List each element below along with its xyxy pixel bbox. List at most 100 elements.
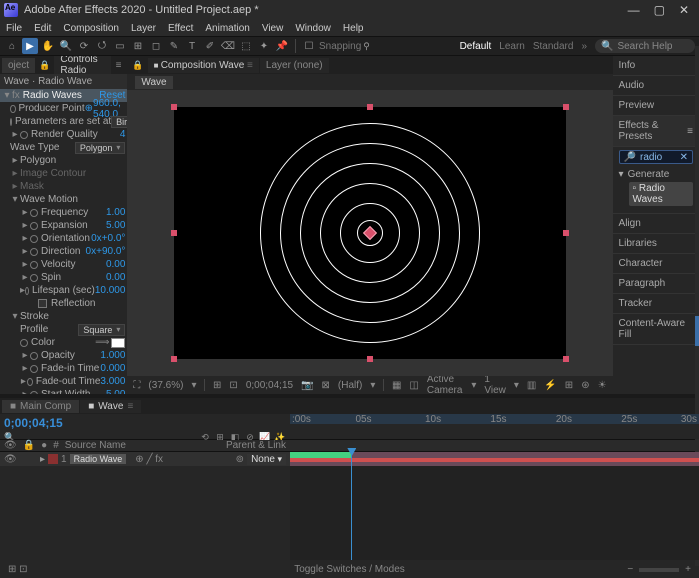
dropdown-wave-type[interactable]: Polygon (75, 142, 126, 154)
handle-bl[interactable] (171, 356, 177, 362)
lock-col-icon[interactable]: 🔒 (23, 440, 35, 451)
handle-br[interactable] (563, 356, 569, 362)
panel-info[interactable]: Info (613, 56, 699, 76)
val-fadeout[interactable]: 3.000 (100, 376, 125, 387)
val-velocity[interactable]: 0.00 (106, 259, 125, 270)
handle-tc[interactable] (367, 104, 373, 110)
prop-opacity[interactable]: Opacity (41, 350, 75, 361)
menu-animation[interactable]: Animation (205, 23, 249, 34)
checkbox-reflection[interactable] (38, 299, 47, 308)
current-time-indicator[interactable] (351, 452, 352, 560)
selection-tool[interactable]: ▶ (22, 38, 38, 54)
panel-preview[interactable]: Preview (613, 96, 699, 116)
val-render-quality[interactable]: 4 (120, 129, 126, 140)
panel-content-aware-fill[interactable]: Content-Aware Fill (613, 314, 699, 345)
panel-menu-icon[interactable]: ≡ (687, 126, 693, 137)
parent-dropdown[interactable]: None ▾ (247, 454, 286, 465)
workspace-standard[interactable]: Standard (533, 41, 574, 52)
val-direction[interactable]: 0x+90.0° (86, 246, 126, 257)
zoom-in-icon[interactable]: + (685, 564, 691, 575)
eraser-tool[interactable]: ⬚ (238, 38, 254, 54)
panel-tracker[interactable]: Tracker (613, 294, 699, 314)
views-dropdown[interactable]: 1 View (484, 374, 506, 396)
type-tool[interactable]: T (184, 38, 200, 54)
close-button[interactable]: ✕ (679, 3, 689, 17)
prop-producer-point[interactable]: Producer Point (19, 103, 85, 114)
prop-expansion[interactable]: Expansion (41, 220, 88, 231)
group-polygon[interactable]: Polygon (20, 155, 56, 166)
val-fadein[interactable]: 0.000 (100, 363, 125, 374)
timeline-icon[interactable]: ⊞ (565, 380, 573, 391)
val-spin[interactable]: 0.00 (106, 272, 125, 283)
flowchart-icon[interactable]: ⊛ (581, 380, 589, 391)
home-icon[interactable]: ⌂ (4, 38, 20, 54)
panel-lock-icon[interactable]: 🔒 (129, 60, 146, 71)
panel-libraries[interactable]: Libraries (613, 234, 699, 254)
hand-tool[interactable]: ✋ (40, 38, 56, 54)
transparency-grid-icon[interactable]: ◫ (409, 380, 418, 391)
col-parent[interactable]: Parent & Link (226, 440, 286, 451)
brush-tool[interactable]: ✐ (202, 38, 218, 54)
roto-tool[interactable]: ✦ (256, 38, 272, 54)
project-tab[interactable]: oject (2, 58, 35, 73)
parent-pickwhip-icon[interactable]: ⊚ (236, 454, 244, 465)
workspace-default[interactable]: Default (460, 41, 492, 52)
composition-tab[interactable]: ■ Composition Wave ≡ (148, 58, 259, 73)
layer-row-1[interactable]: 👁 ▸ 1 Radio Wave ⊕ ╱ fx ⊚ None ▾ (0, 452, 290, 466)
panel-align[interactable]: Align (613, 214, 699, 234)
layer-name[interactable]: Radio Wave (70, 454, 127, 464)
panel-audio[interactable]: Audio (613, 76, 699, 96)
val-start-width[interactable]: 5.00 (106, 389, 125, 394)
val-opacity[interactable]: 1.000 (100, 350, 125, 361)
shape-tool[interactable]: ◻ (148, 38, 164, 54)
handle-tr[interactable] (563, 104, 569, 110)
panel-effects-presets[interactable]: Effects & Presets≡ (613, 116, 699, 147)
snapping-toggle-icon[interactable]: ⚲ (363, 41, 370, 52)
snapping-checkbox[interactable]: ☐ (301, 38, 317, 54)
layer-switches[interactable]: ⊕ ╱ fx (135, 454, 163, 465)
rotate-tool[interactable]: ⭯ (94, 38, 110, 54)
resolution-icon[interactable]: ⊞ (213, 380, 221, 391)
maximize-button[interactable]: ▢ (654, 3, 665, 17)
zoom-out-icon[interactable]: − (627, 564, 633, 575)
visibility-toggle[interactable]: 👁 (4, 454, 14, 465)
prop-render-quality[interactable]: Render Quality (31, 129, 98, 140)
pixel-aspect-icon[interactable]: ▥ (527, 380, 536, 391)
menu-edit[interactable]: Edit (34, 23, 51, 34)
folder-generate[interactable]: ▾Generate (613, 167, 699, 182)
prop-direction[interactable]: Direction (41, 246, 80, 257)
magnification-icon[interactable]: ⛶ (133, 380, 140, 391)
orbit-tool[interactable]: ⟳ (76, 38, 92, 54)
group-wave-motion[interactable]: Wave Motion (20, 194, 78, 205)
prop-fadeout[interactable]: Fade-out Time (36, 376, 100, 387)
menu-layer[interactable]: Layer (131, 23, 156, 34)
group-stroke[interactable]: Stroke (20, 311, 49, 322)
camera-dropdown[interactable]: Active Camera (427, 374, 463, 396)
dropdown-profile[interactable]: Square (78, 324, 125, 336)
timeline-tab-wave[interactable]: ■Wave ≡ (80, 400, 141, 413)
handle-bc[interactable] (367, 356, 373, 362)
snapping-label[interactable]: Snapping (319, 41, 361, 52)
lock-icon[interactable]: 🔒 (36, 60, 53, 71)
prop-spin[interactable]: Spin (41, 272, 61, 283)
fast-preview-icon[interactable]: ⚡ (544, 380, 556, 391)
toggle-switches-icon[interactable]: ⊞ ⊡ (8, 564, 28, 575)
snapshot-icon[interactable]: 📷 (301, 380, 313, 391)
timeline-track-area[interactable] (290, 452, 699, 560)
zoom-slider[interactable] (639, 568, 679, 572)
val-frequency[interactable]: 1.00 (106, 207, 125, 218)
menu-help[interactable]: Help (343, 23, 364, 34)
timeline-ruler[interactable]: :00s 05s 10s 15s 20s 25s 30s (290, 414, 699, 439)
prop-fadein[interactable]: Fade-in Time (41, 363, 99, 374)
clear-icon[interactable]: ✕ (680, 152, 688, 163)
menu-window[interactable]: Window (295, 23, 331, 34)
puppet-tool[interactable]: 📌 (274, 38, 290, 54)
workspace-overflow[interactable]: » (581, 41, 587, 52)
timecode[interactable]: 0;00;04;15 (246, 380, 293, 391)
handle-tl[interactable] (171, 104, 177, 110)
pan-behind-tool[interactable]: ⊞ (130, 38, 146, 54)
menu-file[interactable]: File (6, 23, 22, 34)
menu-composition[interactable]: Composition (63, 23, 119, 34)
panel-menu-icon[interactable]: ≡ (112, 60, 126, 71)
toggle-switches-modes[interactable]: Toggle Switches / Modes (294, 564, 405, 575)
